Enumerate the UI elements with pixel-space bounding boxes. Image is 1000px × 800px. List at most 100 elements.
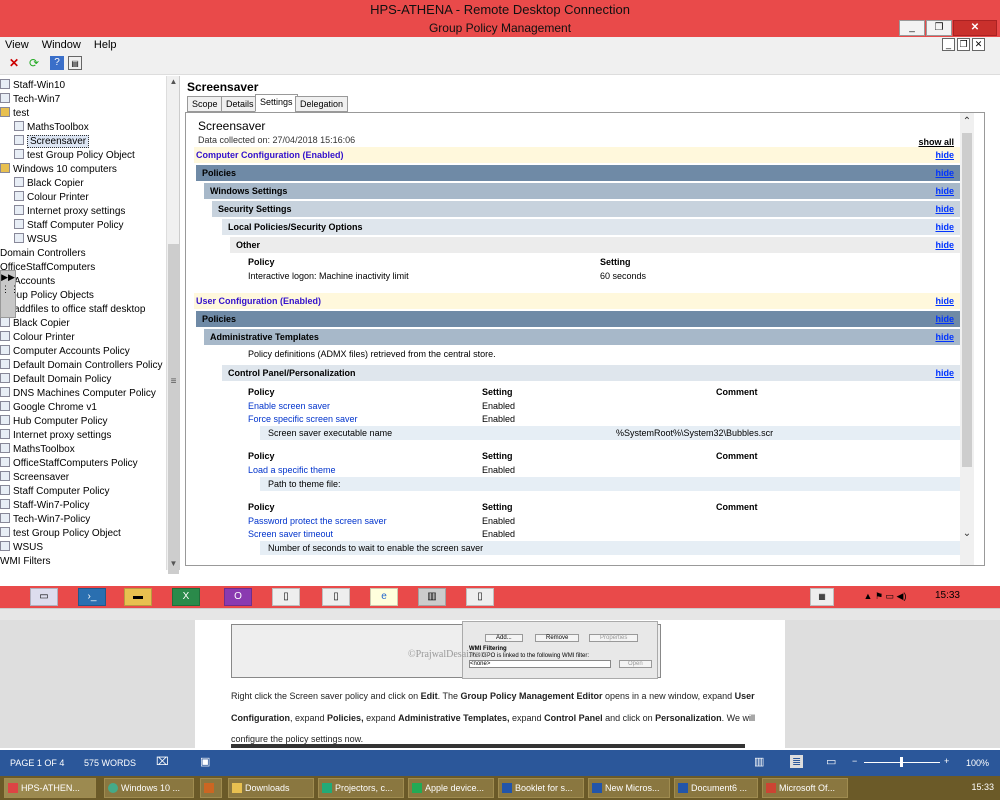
word-page[interactable]: Add... Remove Properties WMI Filtering T…: [195, 620, 785, 748]
keyboard-icon[interactable]: ▦: [810, 588, 834, 606]
delete-icon[interactable]: ✕: [7, 56, 21, 70]
tree-item[interactable]: test Group Policy Object: [14, 149, 135, 163]
taskbar-button[interactable]: Downloads: [228, 778, 314, 798]
help-icon[interactable]: ?: [50, 56, 64, 70]
macro-icon[interactable]: ▣: [200, 755, 210, 768]
scroll-thumb[interactable]: [168, 244, 179, 574]
taskbar-button[interactable]: [200, 778, 222, 798]
tree-item[interactable]: WSUS: [14, 233, 57, 247]
policy-link[interactable]: Load a specific theme: [248, 465, 468, 475]
word-count[interactable]: 575 WORDS: [84, 758, 136, 768]
zoom-level[interactable]: 100%: [966, 758, 989, 768]
refresh-icon[interactable]: ⟳: [27, 56, 41, 70]
taskbar-button[interactable]: HPS-ATHEN...: [4, 778, 96, 798]
menu-window[interactable]: Window: [37, 37, 86, 53]
taskbar-button[interactable]: Windows 10 ...: [104, 778, 194, 798]
taskbar-button[interactable]: Document6 ...: [674, 778, 758, 798]
tree-item[interactable]: Domain Controllers: [0, 247, 86, 261]
taskbar-button[interactable]: New Micros...: [588, 778, 670, 798]
tree-item[interactable]: Accounts: [14, 275, 55, 289]
tree-item[interactable]: Windows 10 computers: [0, 163, 117, 177]
ie-icon[interactable]: e: [370, 588, 398, 606]
document-icon[interactable]: ▯: [272, 588, 300, 606]
rdp-side-handle[interactable]: ▶▶ ⋮⋮: [0, 270, 19, 318]
menu-view[interactable]: View: [0, 37, 34, 53]
hide-link[interactable]: hide: [935, 311, 954, 327]
tree-item[interactable]: OfficeStaffComputers Policy: [0, 457, 138, 471]
tree-item[interactable]: Staff-Win10: [0, 79, 65, 93]
powershell-icon[interactable]: ›_: [78, 588, 106, 606]
tree-item[interactable]: MathsToolbox: [14, 121, 89, 135]
tree-item[interactable]: DNS Machines Computer Policy: [0, 387, 156, 401]
tab-details[interactable]: Details: [221, 96, 259, 112]
taskbar-button[interactable]: Microsoft Of...: [762, 778, 848, 798]
scroll-down-icon[interactable]: ⌄: [960, 527, 974, 541]
zoom-in-icon[interactable]: +: [944, 756, 949, 766]
tab-scope[interactable]: Scope: [187, 96, 223, 112]
tree-item[interactable]: Computer Accounts Policy: [0, 345, 130, 359]
print-layout-icon[interactable]: ≣: [790, 755, 804, 768]
tree-item[interactable]: Google Chrome v1: [0, 401, 97, 415]
policy-link[interactable]: Enable screen saver: [248, 401, 468, 411]
close-button[interactable]: ✕: [953, 20, 997, 36]
word-hscrollbar[interactable]: [0, 608, 1000, 620]
tree-scrollbar[interactable]: ▲ ≡ ▼: [166, 76, 180, 574]
tree-item[interactable]: Internet proxy settings: [14, 205, 125, 219]
tree-item[interactable]: Colour Printer: [0, 331, 75, 345]
excel-icon[interactable]: X: [172, 588, 200, 606]
scroll-up-icon[interactable]: ⌃: [960, 115, 974, 129]
tree-item[interactable]: test: [0, 107, 29, 121]
taskbar-button[interactable]: Booklet for s...: [498, 778, 584, 798]
zoom-thumb[interactable]: [900, 757, 903, 767]
tree-item[interactable]: Default Domain Controllers Policy: [0, 359, 163, 373]
hide-link[interactable]: hide: [935, 183, 954, 199]
zoom-out-icon[interactable]: −: [852, 756, 857, 766]
tree-item[interactable]: MathsToolbox: [0, 443, 75, 457]
scroll-down-icon[interactable]: ▼: [167, 558, 180, 570]
tree-item[interactable]: WMI Filters: [0, 555, 51, 569]
tree-item[interactable]: Staff Computer Policy: [14, 219, 124, 233]
tree-item[interactable]: Internet proxy settings: [0, 429, 111, 443]
policy-link[interactable]: Force specific screen saver: [248, 414, 468, 424]
policy-link[interactable]: Screen saver timeout: [248, 529, 468, 539]
document-icon[interactable]: ▯: [322, 588, 350, 606]
tab-settings[interactable]: Settings: [255, 94, 298, 112]
report-scrollbar[interactable]: ⌃ ⌄: [960, 113, 974, 565]
hide-link[interactable]: hide: [935, 219, 954, 235]
hide-link[interactable]: hide: [935, 329, 954, 345]
minimize-button[interactable]: _: [899, 20, 925, 36]
tree-item[interactable]: Screensaver: [0, 471, 69, 485]
tree-item-selected[interactable]: Screensaver: [14, 135, 90, 149]
tree-item[interactable]: WSUS: [0, 541, 43, 555]
hide-link[interactable]: hide: [935, 165, 954, 181]
tree-item[interactable]: Hub Computer Policy: [0, 415, 107, 429]
scroll-thumb[interactable]: [962, 133, 972, 467]
onenote-icon[interactable]: O: [224, 588, 252, 606]
mdi-close-button[interactable]: ✕: [972, 38, 985, 51]
page-count[interactable]: PAGE 1 OF 4: [10, 758, 64, 768]
tab-delegation[interactable]: Delegation: [295, 96, 349, 112]
tree-item[interactable]: Black Copier: [14, 177, 84, 191]
mdi-restore-button[interactable]: ❐: [957, 38, 970, 51]
hide-link[interactable]: hide: [935, 365, 954, 381]
taskbar-button[interactable]: Apple device...: [408, 778, 494, 798]
taskbar-button[interactable]: Projectors, c...: [318, 778, 404, 798]
document-icon[interactable]: ▯: [466, 588, 494, 606]
tree-item[interactable]: Black Copier: [0, 317, 70, 331]
tree-item[interactable]: Staff Computer Policy: [0, 485, 110, 499]
tools-icon[interactable]: ▥: [418, 588, 446, 606]
web-layout-icon[interactable]: ▭: [826, 755, 836, 768]
tree-item[interactable]: Tech-Win7: [0, 93, 60, 107]
explorer-icon[interactable]: ▬: [124, 588, 152, 606]
scroll-up-icon[interactable]: ▲: [167, 76, 180, 88]
tree-item[interactable]: Tech-Win7-Policy: [0, 513, 90, 527]
server-manager-icon[interactable]: ▭: [30, 588, 58, 606]
show-all-link[interactable]: show all: [194, 137, 960, 147]
read-mode-icon[interactable]: ▥: [754, 755, 764, 768]
mdi-minimize-button[interactable]: _: [942, 38, 955, 51]
menu-help[interactable]: Help: [89, 37, 122, 53]
proofing-icon[interactable]: ⌧: [156, 755, 169, 768]
policy-link[interactable]: Password protect the screen saver: [248, 516, 468, 526]
tray-icons[interactable]: ▲ ⚑ ▭ ◀): [860, 588, 910, 606]
hide-link[interactable]: hide: [935, 237, 954, 253]
